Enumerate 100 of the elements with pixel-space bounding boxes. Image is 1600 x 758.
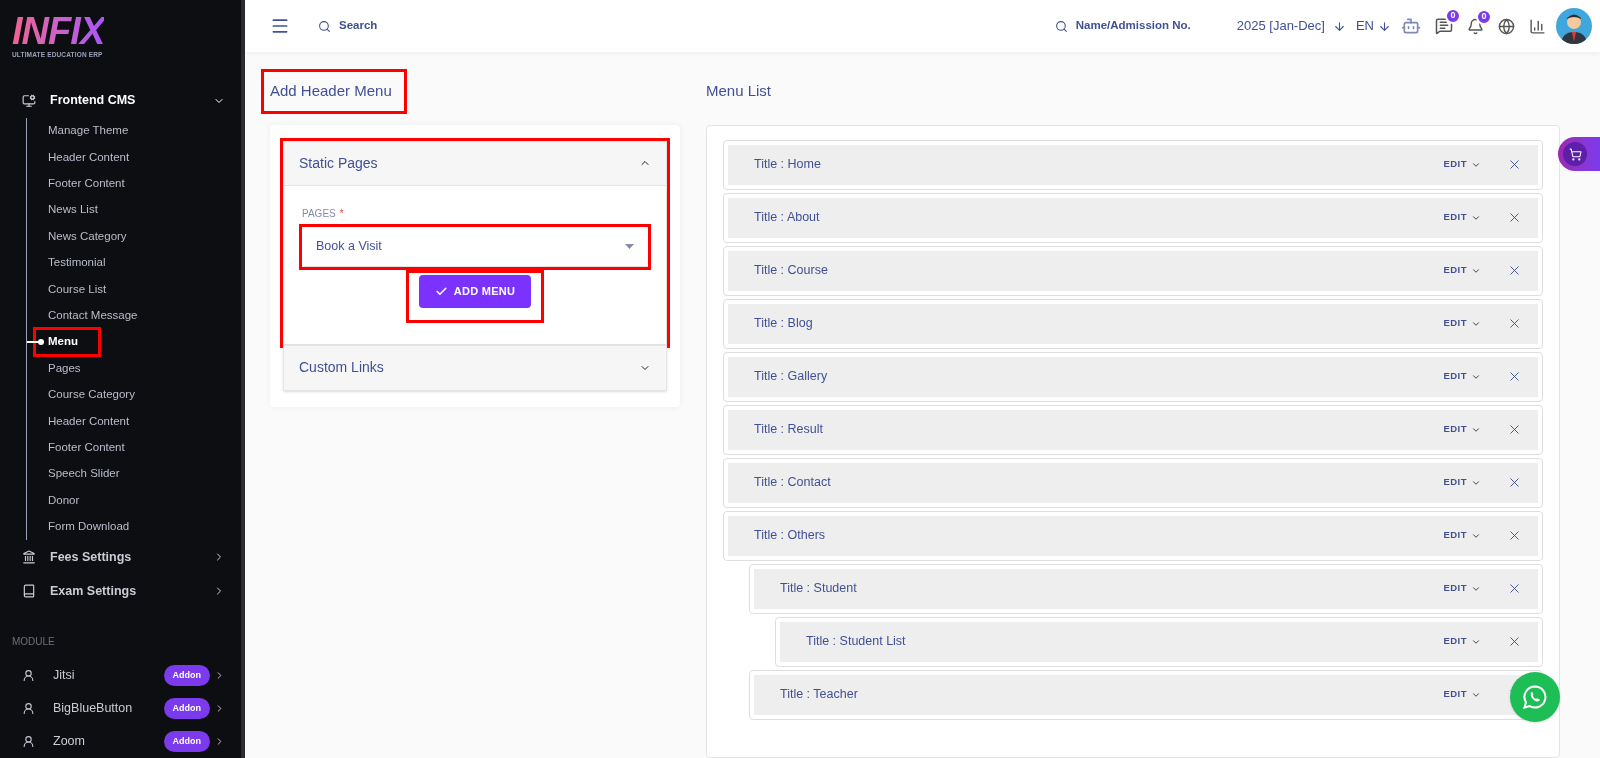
person-icon	[22, 735, 35, 748]
menu-item[interactable]: Title : Home EDIT	[723, 139, 1543, 190]
add-menu-button[interactable]: ADD MENU	[418, 274, 532, 308]
edit-button[interactable]: EDIT	[1443, 210, 1481, 225]
menu-item[interactable]: Title : Result EDIT	[723, 404, 1543, 455]
close-button[interactable]	[1507, 210, 1522, 225]
addon-badge: Addon	[163, 697, 210, 720]
menu-item[interactable]: Title : Blog EDIT	[723, 298, 1543, 349]
language-select[interactable]: EN	[1355, 16, 1391, 36]
menu-item[interactable]: Title : Course EDIT	[723, 245, 1543, 296]
search-field[interactable]: Search	[318, 17, 378, 35]
accordion-header[interactable]: Static Pages	[284, 141, 666, 186]
person-icon	[22, 669, 35, 682]
edit-button[interactable]: EDIT	[1443, 475, 1481, 490]
cart-button[interactable]	[1558, 137, 1600, 171]
close-button[interactable]	[1507, 263, 1522, 278]
group-icon	[22, 550, 36, 564]
sidebar-item[interactable]: Testimonial	[46, 254, 108, 272]
sidebar-item[interactable]: Header Content	[46, 148, 132, 166]
edit-button[interactable]: EDIT	[1443, 634, 1481, 649]
menu-item[interactable]: Title : Gallery EDIT	[723, 351, 1543, 402]
edit-button[interactable]: EDIT	[1443, 528, 1481, 543]
sidebar-item[interactable]: Menu	[36, 330, 99, 354]
menu-item-title: Title : Gallery	[754, 368, 829, 386]
edit-button[interactable]: EDIT	[1443, 157, 1481, 172]
messages-button[interactable]: 0	[1435, 8, 1461, 35]
cart-icon	[1568, 147, 1582, 161]
menu-item-title: Title : Others	[754, 527, 827, 545]
menu-item[interactable]: Title : Others EDIT	[723, 510, 1543, 561]
menu-button[interactable]	[270, 16, 290, 36]
count-badge: 0	[1445, 8, 1461, 24]
module-item[interactable]: Zoom Addon	[0, 725, 241, 758]
edit-button[interactable]: EDIT	[1443, 263, 1481, 278]
module-item[interactable]: Jitsi Addon	[0, 659, 241, 692]
close-button[interactable]	[1507, 422, 1522, 437]
menu-item[interactable]: Title : Contact EDIT	[723, 457, 1543, 508]
close-button[interactable]	[1507, 316, 1522, 331]
sidebar-item[interactable]: Contact Message	[46, 307, 140, 325]
search-icon	[318, 19, 331, 33]
section-label: MODULE	[11, 635, 56, 649]
person-icon	[22, 702, 35, 715]
edit-button[interactable]: EDIT	[1443, 369, 1481, 384]
edit-button[interactable]: EDIT	[1443, 687, 1481, 702]
user-avatar[interactable]	[1556, 8, 1592, 44]
caret-icon	[625, 243, 634, 249]
chart-button[interactable]	[1529, 17, 1546, 35]
addon-badge: Addon	[163, 730, 210, 753]
field-label: PAGES	[302, 206, 336, 221]
sidebar-item[interactable]: Form Download	[46, 518, 132, 536]
edit-button[interactable]: EDIT	[1443, 316, 1481, 331]
globe-button[interactable]	[1498, 17, 1515, 35]
addon-badge: Addon	[163, 664, 210, 687]
robot-button[interactable]	[1401, 16, 1421, 36]
arrow-down-icon	[1378, 19, 1391, 33]
chat-icon	[1522, 684, 1548, 710]
sidebar-item[interactable]: Manage Theme	[46, 122, 131, 140]
required-mark: *	[339, 206, 344, 221]
menu-item-title: Title : Result	[754, 421, 824, 439]
close-button[interactable]	[1507, 581, 1522, 596]
menu-item-title: Title : Home	[754, 156, 822, 174]
pages-select[interactable]: Book a Visit	[302, 226, 648, 267]
sidebar-group[interactable]: Frontend CMS	[0, 83, 241, 118]
sidebar-group[interactable]: Fees Settings	[0, 540, 241, 574]
sidebar-item[interactable]: News List	[46, 201, 100, 219]
active-marker	[27, 341, 41, 344]
close-button[interactable]	[1507, 475, 1522, 490]
sidebar-item[interactable]: Pages	[46, 359, 83, 378]
arrow-down-icon	[1332, 19, 1346, 33]
edit-button[interactable]: EDIT	[1443, 422, 1481, 437]
sidebar-group[interactable]: Exam Settings	[0, 574, 241, 608]
menu-item[interactable]: Title : About EDIT	[723, 192, 1543, 243]
sidebar-item[interactable]: Speech Slider	[46, 465, 122, 483]
sidebar-item[interactable]: Donor	[46, 491, 82, 510]
check-icon	[434, 284, 448, 298]
count-badge: 0	[1476, 8, 1492, 25]
group-icon	[22, 93, 36, 108]
accordion-header[interactable]: Custom Links	[284, 345, 666, 390]
notifications-button[interactable]: 0	[1467, 8, 1492, 35]
section-title: Add Header Menu	[264, 72, 404, 111]
edit-button[interactable]: EDIT	[1443, 581, 1481, 596]
section-title: Menu List	[706, 81, 772, 101]
close-button[interactable]	[1507, 369, 1522, 384]
sidebar-item[interactable]: Footer Content	[46, 175, 127, 193]
menu-item-title: Title : Contact	[754, 474, 832, 492]
close-button[interactable]	[1507, 634, 1522, 649]
search-icon	[1054, 19, 1068, 33]
menu-item[interactable]: Title : Student EDIT	[749, 563, 1543, 614]
sidebar-item[interactable]: Course Category	[46, 386, 137, 404]
sidebar-item[interactable]: Course List	[46, 280, 109, 298]
menu-item-title: Title : Course	[754, 262, 829, 280]
sidebar-item[interactable]: Header Content	[46, 412, 132, 430]
menu-item-title: Title : Student	[780, 580, 858, 598]
sidebar-item[interactable]: News Category	[46, 227, 129, 246]
session-select[interactable]: 2025 [Jan-Dec]	[1236, 16, 1346, 36]
close-button[interactable]	[1507, 528, 1522, 543]
admission-search-field[interactable]: Name/Admission No.	[1054, 17, 1191, 35]
sidebar-item[interactable]: Footer Content	[46, 439, 127, 457]
menu-item[interactable]: Title : Student List EDIT	[775, 616, 1543, 667]
close-button[interactable]	[1507, 157, 1522, 172]
module-item[interactable]: BigBlueButton Addon	[0, 692, 241, 725]
